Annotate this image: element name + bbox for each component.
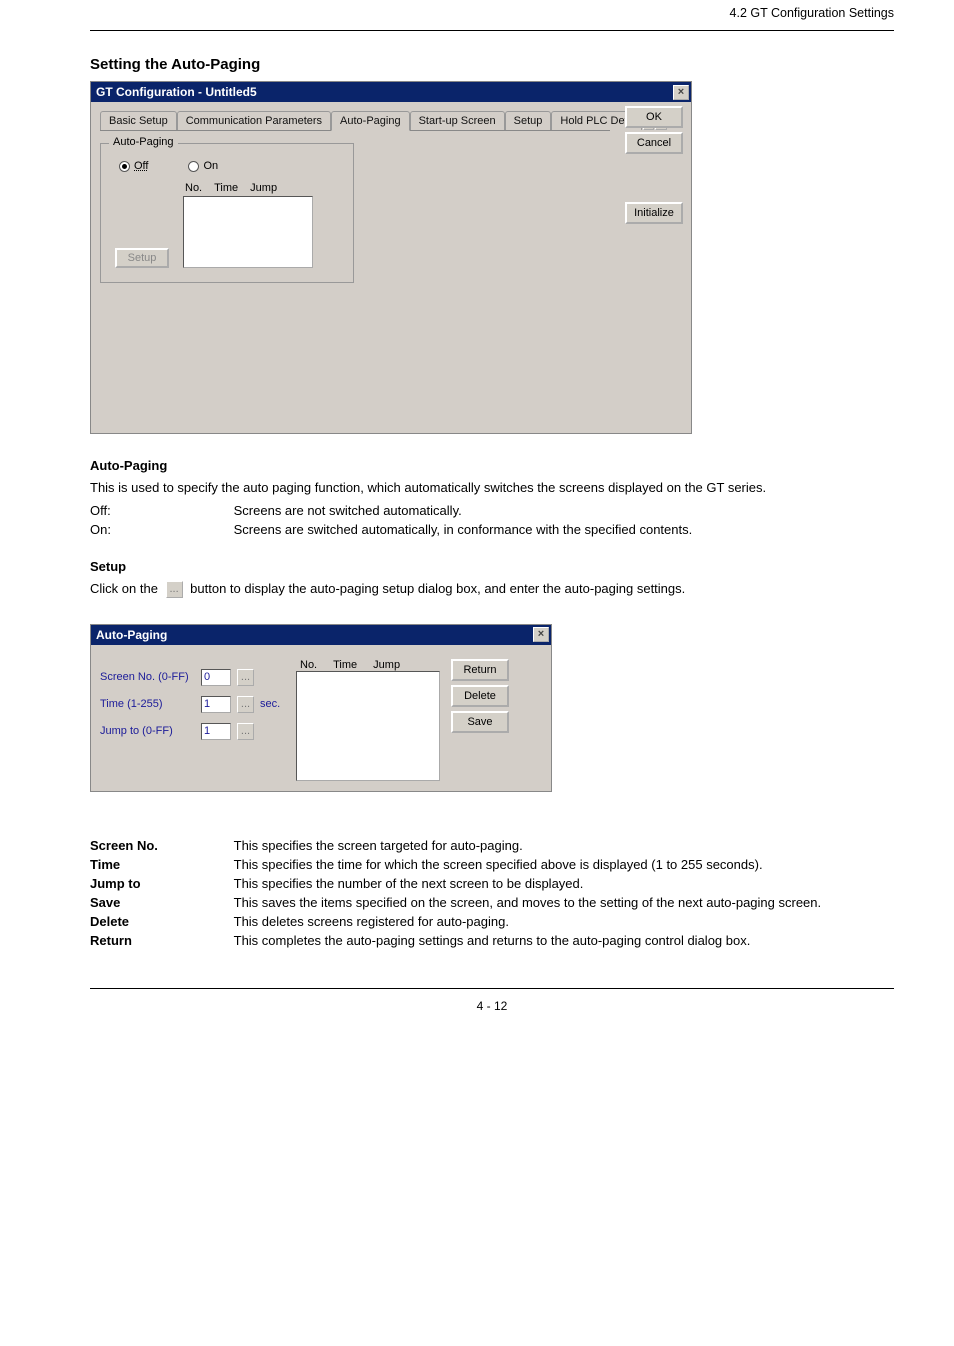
- time-ellipsis-button[interactable]: ...: [237, 696, 254, 713]
- ok-button[interactable]: OK: [625, 106, 683, 128]
- jump-label: Jump to (0-FF): [100, 725, 195, 737]
- jump-val: This specifies the number of the next sc…: [234, 876, 834, 891]
- tab-setup[interactable]: Setup: [505, 111, 552, 130]
- page-number: 4 - 12: [90, 999, 894, 1013]
- tab-basic-setup[interactable]: Basic Setup: [100, 111, 177, 130]
- on-label: On:: [90, 522, 230, 537]
- paging-listbox[interactable]: [183, 196, 313, 268]
- off-label: Off:: [90, 503, 230, 518]
- radio-off-label: Off: [134, 160, 148, 172]
- footer-divider: [90, 988, 894, 989]
- time-key: Time: [90, 857, 120, 872]
- col-no: No.: [185, 182, 202, 194]
- tab-startup-screen[interactable]: Start-up Screen: [410, 111, 505, 130]
- tabstrip: Basic Setup Communication Parameters Aut…: [100, 110, 610, 131]
- auto-paging-description: Auto-Paging This is used to specify the …: [90, 458, 894, 598]
- setup-button-disabled: Setup: [115, 248, 169, 268]
- save-val: This saves the items specified on the sc…: [234, 895, 834, 910]
- initialize-button[interactable]: Initialize: [625, 202, 683, 224]
- jump-input[interactable]: 1: [201, 723, 231, 740]
- off-desc: Screens are not switched automatically.: [234, 503, 834, 518]
- setup-desc-pre: Click on the: [90, 581, 158, 596]
- close-icon-2[interactable]: ×: [533, 627, 549, 642]
- time-label: Time (1-255): [100, 698, 195, 710]
- dialog2-title: Auto-Paging: [96, 628, 167, 642]
- tab-auto-paging[interactable]: Auto-Paging: [331, 111, 410, 131]
- return-val: This completes the auto-paging settings …: [234, 933, 834, 948]
- col2-jump: Jump: [373, 659, 400, 671]
- gt-config-window: GT Configuration - Untitled5 × OK Cancel…: [90, 81, 692, 434]
- time-input[interactable]: 1: [201, 696, 231, 713]
- jump-key: Jump to: [90, 876, 141, 891]
- screen-no-ellipsis-button[interactable]: ...: [237, 669, 254, 686]
- radio-on[interactable]: On: [188, 160, 218, 172]
- screen-no-key: Screen No.: [90, 838, 158, 853]
- delete-button[interactable]: Delete: [451, 685, 509, 707]
- col-jump: Jump: [250, 182, 277, 194]
- setup-desc: Click on the ... button to display the a…: [90, 580, 810, 598]
- groupbox-legend: Auto-Paging: [109, 136, 178, 148]
- section-heading: Setting the Auto-Paging: [90, 56, 894, 73]
- screen-no-val: This specifies the screen targeted for a…: [234, 838, 834, 853]
- screen-no-label: Screen No. (0-FF): [100, 671, 195, 683]
- tab-comm-params[interactable]: Communication Parameters: [177, 111, 331, 130]
- header-divider: [90, 30, 894, 31]
- col-time: Time: [214, 182, 238, 194]
- cancel-button[interactable]: Cancel: [625, 132, 683, 154]
- radio-off[interactable]: Off: [119, 160, 148, 172]
- setup-label: Setup: [90, 559, 126, 574]
- col2-no: No.: [300, 659, 317, 671]
- ap-desc: This is used to specify the auto paging …: [90, 479, 810, 497]
- radio-on-icon: [188, 161, 199, 172]
- save-key: Save: [90, 895, 120, 910]
- return-key: Return: [90, 933, 132, 948]
- titlebar: GT Configuration - Untitled5 ×: [91, 82, 691, 102]
- delete-val: This deletes screens registered for auto…: [234, 914, 834, 929]
- titlebar-2: Auto-Paging ×: [91, 625, 551, 645]
- radio-off-icon: [119, 161, 130, 172]
- fields-description: Screen No. This specifies the screen tar…: [90, 838, 894, 948]
- save-button[interactable]: Save: [451, 711, 509, 733]
- jump-ellipsis-button[interactable]: ...: [237, 723, 254, 740]
- return-button[interactable]: Return: [451, 659, 509, 681]
- close-icon[interactable]: ×: [673, 85, 689, 100]
- time-unit: sec.: [260, 698, 280, 710]
- radio-on-label: On: [203, 160, 218, 172]
- on-desc: Screens are switched automatically, in c…: [234, 522, 834, 537]
- ap-label: Auto-Paging: [90, 458, 167, 473]
- auto-paging-dialog: Auto-Paging × Screen No. (0-FF) 0 ... Ti…: [90, 624, 552, 792]
- page-header-right: 4.2 GT Configuration Settings: [90, 6, 894, 20]
- setup-desc-post: button to display the auto-paging setup …: [190, 581, 685, 596]
- time-val: This specifies the time for which the sc…: [234, 857, 834, 872]
- ellipsis-icon: ...: [166, 581, 183, 598]
- delete-key: Delete: [90, 914, 129, 929]
- screen-no-input[interactable]: 0: [201, 669, 231, 686]
- auto-paging-groupbox: Auto-Paging Off On Setup No. Time Jump: [100, 143, 354, 283]
- col2-time: Time: [333, 659, 357, 671]
- window-title: GT Configuration - Untitled5: [96, 85, 257, 99]
- auto-paging-listbox[interactable]: [296, 671, 440, 781]
